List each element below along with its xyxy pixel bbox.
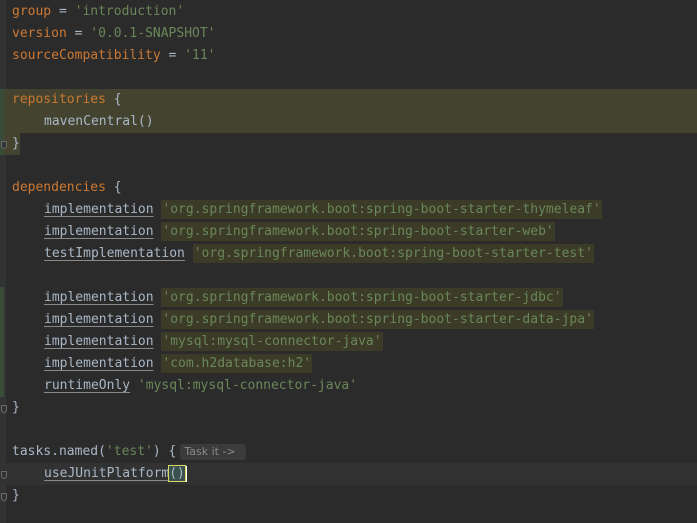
code-token: } [12,400,20,415]
code-line[interactable]: dependencies { [12,177,122,199]
code-token: = [66,26,91,41]
code-line[interactable]: mavenCentral() [44,111,154,133]
code-token: useJUnitPlatform [44,466,170,481]
code-token: sourceCompatibility [12,48,161,63]
code-token: dependencies [12,180,106,195]
code-token: 'org.springframework.boot:spring-boot-st… [192,244,594,263]
code-line[interactable]: sourceCompatibility = '11' [12,45,216,67]
code-token: '11' [184,48,216,63]
code-editor[interactable]: group = 'introduction' version = '0.0.1-… [0,0,697,523]
code-token: 'com.h2database:h2' [161,354,313,373]
code-token: tasks.named( [12,444,106,459]
code-line[interactable]: implementation 'org.springframework.boot… [44,287,563,309]
fold-toggle-icon[interactable] [1,141,7,149]
code-line[interactable]: group = 'introduction' [12,1,184,23]
code-line[interactable]: repositories { [12,89,122,111]
code-token: 'org.springframework.boot:spring-boot-st… [161,310,594,329]
code-token: { [113,92,122,107]
fold-toggle-icon[interactable] [1,405,7,413]
matched-parens: () [168,465,186,482]
code-token: } [12,136,20,151]
code-token: 'org.springframework.boot:spring-boot-st… [161,288,563,307]
code-token: 'org.springframework.boot:spring-boot-st… [161,200,602,219]
code-token: implementation [44,290,154,305]
code-line[interactable]: implementation 'mysql:mysql-connector-ja… [44,331,383,353]
code-line[interactable]: } [12,397,20,419]
code-token: implementation [44,202,154,217]
text-cursor [184,465,187,482]
vcs-change-marker [0,287,4,397]
code-token: 'mysql:mysql-connector-java' [161,332,383,351]
code-token: repositories [12,92,106,107]
code-line[interactable]: implementation 'org.springframework.boot… [44,309,594,331]
code-token: 'org.springframework.boot:spring-boot-st… [161,222,555,241]
code-token: testImplementation [44,246,185,261]
code-token: group [12,4,52,19]
code-token: version [12,26,67,41]
code-token: 'mysql:mysql-connector-java' [137,378,358,393]
code-line[interactable]: implementation 'org.springframework.boot… [44,221,555,243]
code-line[interactable]: } [12,133,20,155]
code-token: } [12,488,20,503]
code-token: implementation [44,334,154,349]
code-token: = [51,4,75,19]
code-token: '0.0.1-SNAPSHOT' [90,26,216,41]
code-line[interactable]: } [12,485,20,507]
code-token: implementation [44,312,154,327]
code-token: implementation [44,356,154,371]
code-token: ) { [152,444,177,459]
code-line[interactable]: implementation 'com.h2database:h2' [44,353,313,375]
code-token: 'test' [105,444,153,459]
code-line[interactable]: testImplementation 'org.springframework.… [44,243,594,265]
code-token: implementation [44,224,154,239]
inlay-hint: Task it -> [180,443,246,460]
code-token: 'introduction' [74,4,185,19]
editor-gutter[interactable] [0,0,6,523]
code-token: mavenCentral() [44,114,154,129]
code-line[interactable]: runtimeOnly 'mysql:mysql-connector-java' [44,375,357,397]
fold-toggle-icon[interactable] [1,471,7,479]
code-token: runtimeOnly [44,378,131,393]
code-line[interactable]: implementation 'org.springframework.boot… [44,199,602,221]
code-line[interactable]: useJUnitPlatform() [44,463,187,485]
code-token: = [160,48,185,63]
code-line[interactable]: tasks.named('test') {Task it -> [12,441,246,463]
fold-toggle-icon[interactable] [1,493,7,501]
code-line[interactable]: version = '0.0.1-SNAPSHOT' [12,23,216,45]
code-token: { [113,180,122,195]
